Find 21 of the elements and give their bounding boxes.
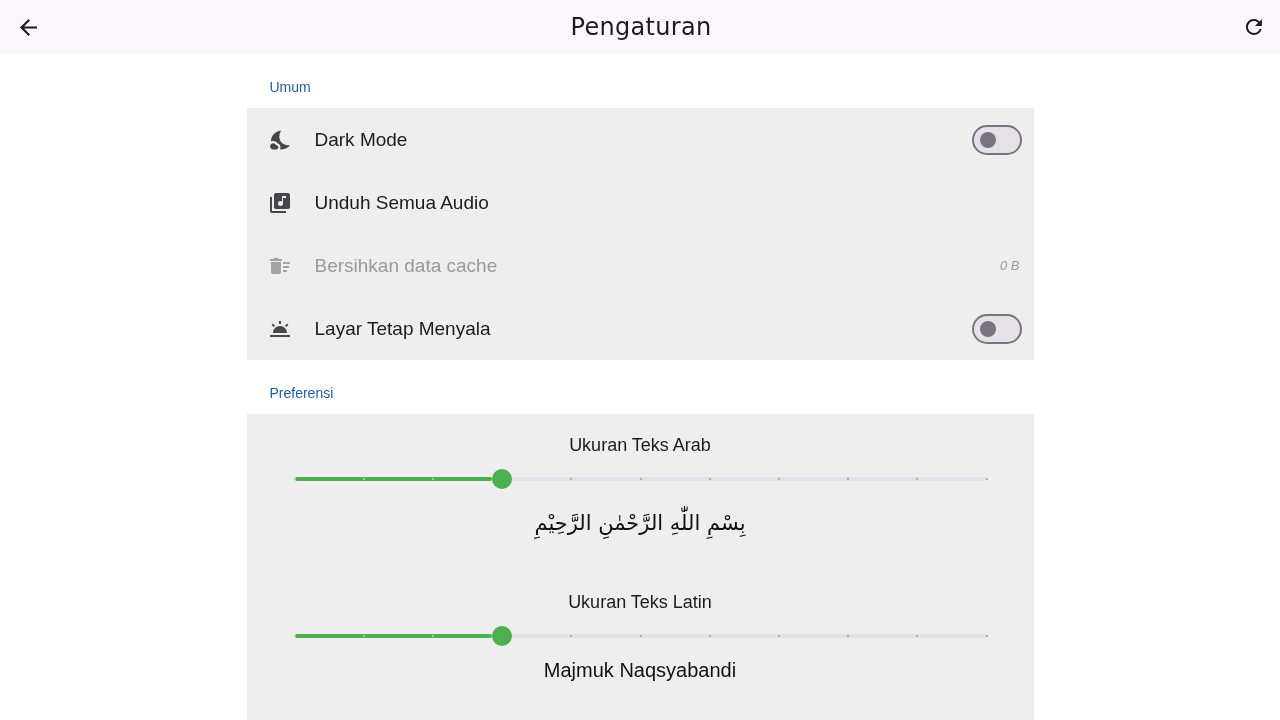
moon-icon: [269, 129, 290, 150]
section-title: Umum: [268, 78, 312, 97]
section-title: Preferensi: [268, 384, 335, 403]
back-arrow-icon: [19, 18, 37, 36]
slider-title: Ukuran Teks Latin: [568, 591, 712, 613]
toggle-switch[interactable]: [971, 124, 1022, 155]
refresh-icon: [1246, 19, 1262, 35]
arabic-preview-text: بِسْمِ اللّٰهِ الرَّحْمٰنِ الرَّحِيْمِ: [534, 503, 746, 543]
page-title: Pengaturan: [570, 13, 712, 41]
slider-title: Ukuran Teks Arab: [569, 434, 711, 456]
latin-preview-text: Majmuk Naqsyabandi: [543, 659, 737, 682]
cache-size-text: 0 B: [1000, 258, 1021, 273]
toggle-switch[interactable]: [971, 313, 1022, 344]
slider-thumb[interactable]: [492, 469, 513, 489]
slider-thumb[interactable]: [492, 626, 513, 646]
music-library-icon: [269, 192, 290, 213]
trash-icon: [269, 257, 290, 274]
sunrise-icon: [269, 320, 290, 337]
setting-label[interactable]: Unduh Semua Audio: [314, 191, 489, 214]
setting-label[interactable]: Dark Mode: [314, 128, 408, 151]
setting-label[interactable]: Layar Tetap Menyala: [314, 317, 491, 340]
